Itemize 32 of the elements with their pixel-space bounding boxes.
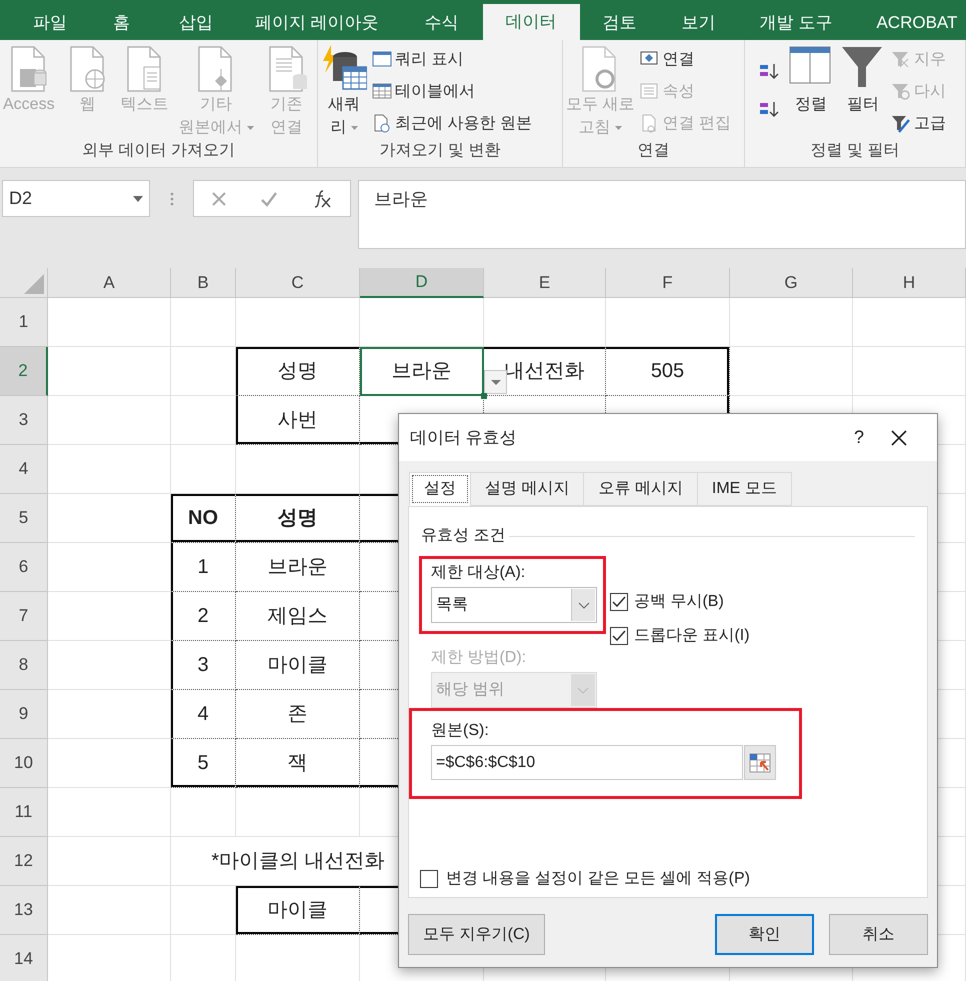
cell-text: NO: [188, 506, 218, 531]
cell-text: 존: [288, 702, 308, 727]
cell-text: 잭: [288, 751, 308, 776]
cell-text: 2: [197, 604, 209, 629]
cell-text: 마이클: [268, 653, 328, 678]
field-label: 제한 대상(A):: [431, 563, 526, 583]
cell-text: 4: [197, 702, 209, 727]
cell-text: 마이클: [268, 898, 328, 923]
cell-text: 성명: [278, 506, 318, 531]
field-label: 제한 방법(D):: [431, 648, 528, 668]
cell-text: 브라운: [392, 359, 452, 384]
cell-text: 5: [197, 751, 209, 776]
cell-reference: D2: [9, 187, 32, 210]
cell-text: *마이클의 내선전화: [211, 849, 385, 874]
group-label: 정렬 및 필터: [810, 141, 900, 161]
dialog-title: 데이터 유효성: [410, 426, 518, 449]
group-label: 연결: [636, 141, 670, 161]
cell-text: 브라운: [268, 555, 328, 580]
cell-text: 505: [650, 359, 684, 384]
cell-text: 성명: [278, 359, 318, 384]
cell-text: 사번: [278, 408, 318, 433]
cell-text: 1: [197, 555, 209, 580]
group-label: 가져오기 및 변환: [378, 141, 502, 161]
checkbox-label: 드롭다운 표시(I): [634, 626, 750, 646]
cell-text: 내선전화: [504, 359, 584, 384]
group-label: 외부 데이터 가져오기: [81, 141, 236, 161]
section-title: 유효성 조건: [421, 526, 506, 546]
checkbox-label: 공백 무시(B): [634, 592, 724, 612]
field-label: 원본(S):: [431, 721, 490, 741]
formula-text: 브라운: [374, 189, 428, 209]
cell-text: 제임스: [268, 604, 328, 629]
cell-text: 3: [197, 653, 209, 678]
